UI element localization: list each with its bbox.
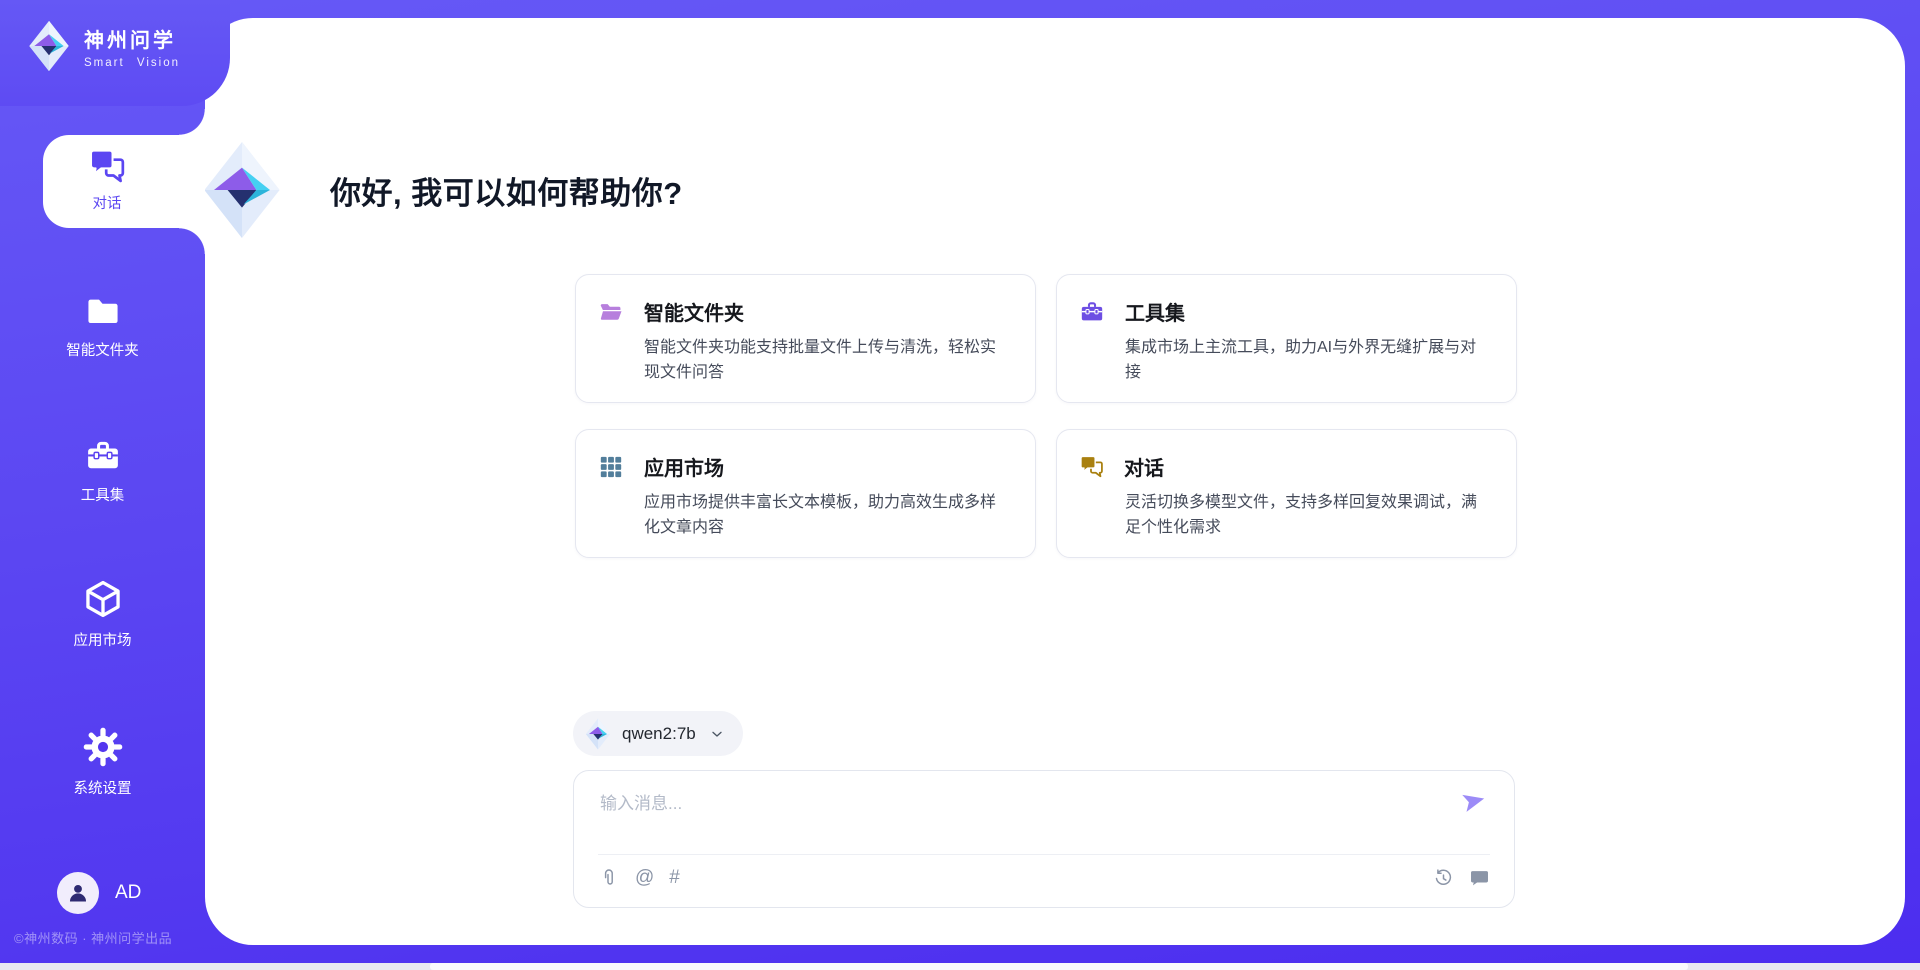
folder-icon xyxy=(83,292,123,330)
brand-logo-icon xyxy=(26,20,72,72)
sidebar-item-smart-folder[interactable]: 智能文件夹 xyxy=(0,292,205,360)
card-description: 集成市场上主流工具，助力AI与外界无缝扩展与对接 xyxy=(1125,335,1490,385)
sidebar-item-app-market[interactable]: 应用市场 xyxy=(0,578,205,650)
main-panel: 你好, 我可以如何帮助你? 智能文件夹 智能文件夹功能支持批量文件上传与清洗，轻… xyxy=(205,18,1905,945)
hash-tag-icon[interactable]: # xyxy=(669,867,680,889)
feature-cards: 智能文件夹 智能文件夹功能支持批量文件上传与清洗，轻松实现文件问答 工具集 集成… xyxy=(575,274,1517,558)
card-description: 灵活切换多模型文件，支持多样回复效果调试，满足个性化需求 xyxy=(1125,490,1490,540)
tab-scoop-bottom xyxy=(179,228,205,254)
person-icon xyxy=(65,880,91,906)
app-logo-icon xyxy=(202,140,282,240)
scrollbar-thumb[interactable] xyxy=(430,963,1688,970)
grid-icon xyxy=(598,454,624,480)
sidebar-item-settings[interactable]: 系统设置 xyxy=(0,726,205,798)
sidebar-item-label: 智能文件夹 xyxy=(66,339,139,360)
message-composer[interactable]: 输入消息... @ # xyxy=(573,770,1515,908)
card-title: 对话 xyxy=(1124,452,1164,481)
send-icon[interactable] xyxy=(1460,787,1488,815)
app-root: 你好, 我可以如何帮助你? 智能文件夹 智能文件夹功能支持批量文件上传与清洗，轻… xyxy=(0,0,1920,970)
card-description: 应用市场提供丰富长文本模板，助力高效生成多样化文章内容 xyxy=(644,490,1009,540)
greeting-text: 你好, 我可以如何帮助你? xyxy=(330,168,683,213)
card-smart-folder[interactable]: 智能文件夹 智能文件夹功能支持批量文件上传与清洗，轻松实现文件问答 xyxy=(575,274,1036,403)
horizontal-scrollbar[interactable] xyxy=(0,963,1920,970)
paperclip-icon[interactable] xyxy=(598,867,620,889)
chat-icon xyxy=(1079,454,1104,479)
chat-icon xyxy=(87,147,127,185)
sidebar-item-toolset[interactable]: 工具集 xyxy=(0,437,205,505)
gear-icon xyxy=(82,726,124,768)
card-chat[interactable]: 对话 灵活切换多模型文件，支持多样回复效果调试，满足个性化需求 xyxy=(1056,429,1517,558)
greeting-block: 你好, 我可以如何帮助你? xyxy=(202,140,683,240)
sidebar-item-label: 应用市场 xyxy=(74,629,132,650)
card-toolset[interactable]: 工具集 集成市场上主流工具，助力AI与外界无缝扩展与对接 xyxy=(1056,274,1517,403)
model-name: qwen2:7b xyxy=(622,724,696,744)
message-input[interactable]: 输入消息... xyxy=(600,789,682,814)
card-description: 智能文件夹功能支持批量文件上传与清洗，轻松实现文件问答 xyxy=(644,335,1009,385)
chat-bubble-icon[interactable] xyxy=(1469,868,1490,889)
brand: 神州问学 Smart Vision xyxy=(26,20,180,72)
toolbox-icon xyxy=(83,437,123,475)
brand-tagline: Smart Vision xyxy=(84,57,180,69)
tab-scoop-top xyxy=(179,109,205,135)
user-initials: AD xyxy=(115,882,141,904)
sidebar-item-chat[interactable]: 对话 xyxy=(43,135,205,228)
chevron-down-icon xyxy=(709,726,725,742)
sidebar-item-label: 对话 xyxy=(93,192,122,213)
card-title: 应用市场 xyxy=(644,452,724,481)
model-selector[interactable]: qwen2:7b xyxy=(573,711,743,756)
model-logo-icon xyxy=(585,718,611,750)
toolbox-icon xyxy=(1079,299,1105,325)
at-mention-icon[interactable]: @ xyxy=(635,867,654,889)
card-app-market[interactable]: 应用市场 应用市场提供丰富长文本模板，助力高效生成多样化文章内容 xyxy=(575,429,1036,558)
user-account[interactable]: AD xyxy=(57,872,141,914)
copyright-footer: ©神州数码 · 神州问学出品 xyxy=(14,928,172,947)
card-title: 智能文件夹 xyxy=(644,297,744,326)
composer-toolbar: @ # xyxy=(598,867,1490,889)
cube-icon xyxy=(82,578,124,620)
avatar xyxy=(57,872,99,914)
brand-name: 神州问学 xyxy=(84,24,180,53)
history-icon[interactable] xyxy=(1433,868,1454,889)
sidebar-item-label: 系统设置 xyxy=(74,777,132,798)
card-title: 工具集 xyxy=(1125,297,1185,326)
sidebar-item-label: 工具集 xyxy=(81,484,125,505)
folder-open-icon xyxy=(598,299,624,325)
composer-divider xyxy=(598,854,1490,855)
